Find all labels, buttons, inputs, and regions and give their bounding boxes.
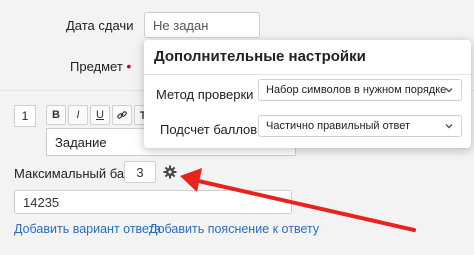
check-method-value: Набор символов в нужном порядке	[266, 84, 447, 96]
additional-settings-modal: Дополнительные настройки Метод проверки …	[144, 40, 471, 148]
score-calc-label: Подсчет баллов	[160, 122, 258, 137]
chevron-down-icon	[445, 88, 453, 93]
score-calc-value: Частично правильный ответ	[266, 120, 411, 132]
check-method-label: Метод проверки	[156, 87, 254, 102]
check-method-select[interactable]: Набор символов в нужном порядке	[258, 79, 462, 101]
modal-divider	[144, 74, 471, 75]
score-calc-select[interactable]: Частично правильный ответ	[258, 115, 462, 137]
modal-title: Дополнительные настройки	[154, 48, 366, 65]
chevron-down-icon	[445, 124, 453, 129]
